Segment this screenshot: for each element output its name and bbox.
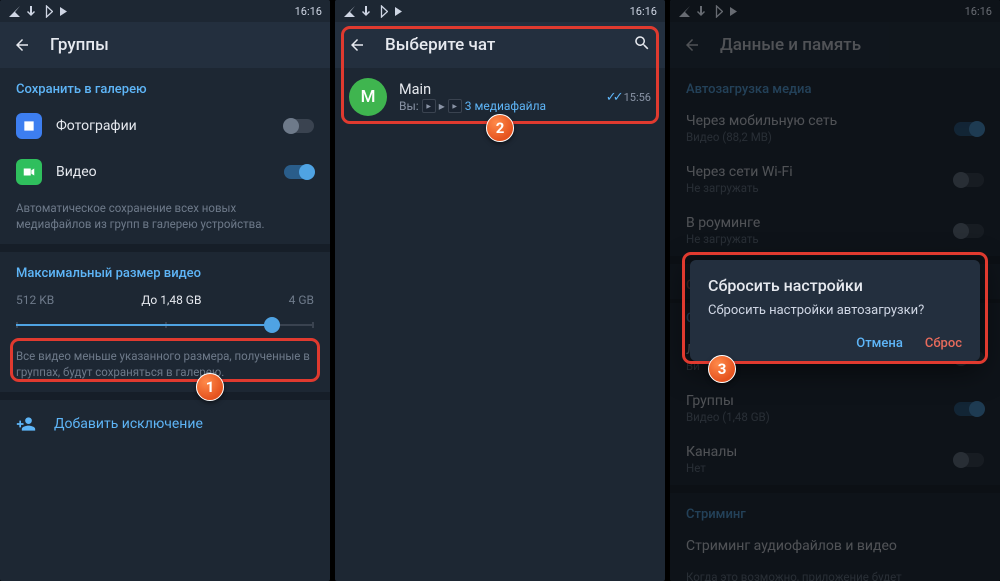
back-button[interactable] [347,35,367,55]
dialog-message: Сбросить настройки автозагрузки? [708,303,962,318]
play-outline-icon [375,5,388,18]
toolbar: Выберите чат [335,22,665,68]
screen-data-storage: 16:16 Данные и память Автозагрузка медиа… [670,0,1000,581]
videos-label: Видео [56,164,270,180]
search-button[interactable] [633,34,651,56]
reset-dialog: Сбросить настройки Сбросить настройки ав… [690,260,980,361]
download-icon [359,5,372,18]
row-photos[interactable]: Фотографии [0,103,330,149]
size-min: 512 KB [16,293,54,307]
status-time: 16:16 [295,5,322,18]
send-icon [343,5,356,18]
slider-labels: 512 KB До 1,48 GB 4 GB [0,287,330,309]
chat-meta: ✓✓ 15:56 [606,90,651,105]
page-title: Группы [50,35,109,55]
add-exception-button[interactable]: Добавить исключение [0,400,330,448]
chat-preview: Вы: ▸ 3 медиафайла [399,99,594,113]
download-icon [24,5,37,18]
media-thumb-icon [448,99,462,113]
chat-row-main[interactable]: M Main Вы: ▸ 3 медиафайла ✓✓ 15:56 [335,68,665,126]
send-icon [8,5,21,18]
status-bar: 16:16 [335,0,665,22]
hint-autosave: Автоматическое сохранение всех новых мед… [0,195,330,244]
video-icon [16,159,42,185]
play-outline-icon [40,5,53,18]
play-icon [391,5,404,18]
status-time: 16:16 [630,5,657,18]
photos-label: Фотографии [56,118,270,134]
play-icon [56,5,69,18]
size-current: До 1,48 GB [141,293,201,307]
divider [0,244,330,252]
back-button[interactable] [12,35,32,55]
dialog-reset-button[interactable]: Сброс [925,336,962,351]
screen-groups: 16:16 Группы Сохранить в галерею Фотогра… [0,0,330,581]
videos-toggle[interactable] [284,165,314,179]
size-slider[interactable] [16,315,314,335]
add-exception-label: Добавить исключение [54,416,203,432]
dialog-cancel-button[interactable]: Отмена [856,336,903,351]
chat-time: 15:56 [624,91,651,104]
photos-toggle[interactable] [284,119,314,133]
read-check-icon: ✓✓ [606,90,620,105]
chat-name: Main [399,81,594,98]
page-title: Выберите чат [385,35,495,55]
size-max: 4 GB [289,293,314,307]
add-user-icon [16,414,36,434]
hint-size: Все видео меньше указанного размера, пол… [0,343,330,392]
row-videos[interactable]: Видео [0,149,330,195]
media-thumb-icon [422,99,436,113]
image-icon [16,113,42,139]
status-bar: 16:16 [0,0,330,22]
section-save-gallery: Сохранить в галерею [0,68,330,103]
dialog-title: Сбросить настройки [708,276,962,295]
divider [0,392,330,400]
screen-select-chat: 16:16 Выберите чат M Main Вы: ▸ 3 медиаф… [335,0,665,581]
toolbar: Группы [0,22,330,68]
section-max-size: Максимальный размер видео [0,252,330,287]
avatar: M [349,78,387,116]
